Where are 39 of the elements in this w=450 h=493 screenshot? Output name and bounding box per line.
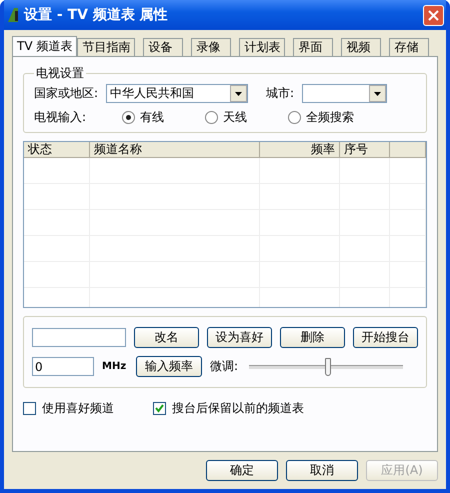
action-button[interactable]: 改名: [134, 327, 199, 348]
country-dropdown[interactable]: 中华人民共和国: [106, 84, 248, 103]
column-header[interactable]: 状态: [24, 142, 90, 158]
fine-tune-label: 微调:: [210, 358, 238, 375]
tab[interactable]: TV 频道表: [12, 36, 78, 56]
window-title: 设置 - TV 频道表 属性: [24, 6, 169, 24]
checkmark-icon: [155, 404, 164, 413]
close-icon: [428, 10, 439, 20]
action-button[interactable]: 设为喜好: [207, 327, 272, 348]
tab[interactable]: 节目指南: [77, 38, 136, 56]
radio-option[interactable]: 天线: [205, 109, 280, 126]
action-button[interactable]: 删除: [280, 327, 345, 348]
city-label: 城市:: [266, 85, 294, 102]
input-label: 电视输入:: [34, 109, 88, 126]
group-title: 电视设置: [35, 65, 85, 82]
tab[interactable]: 计划表: [239, 38, 286, 56]
checkbox-option[interactable]: 使用喜好频道: [23, 400, 153, 417]
tab[interactable]: 设备: [143, 38, 184, 56]
column-header[interactable]: 序号: [340, 142, 390, 158]
country-label: 国家或地区:: [34, 85, 98, 102]
radio-option[interactable]: 有线: [122, 109, 197, 126]
checkbox-option[interactable]: 搜台后保留以前的频道表: [153, 400, 353, 417]
close-button[interactable]: [423, 4, 444, 26]
tab[interactable]: 界面: [293, 38, 334, 56]
app-icon: [6, 7, 20, 23]
unit-label: MHz: [102, 361, 128, 372]
action-button[interactable]: 开始搜台: [353, 327, 418, 348]
column-header[interactable]: 频道名称: [90, 142, 260, 158]
slider-thumb[interactable]: [325, 358, 332, 376]
dialog-button[interactable]: 确定: [206, 460, 278, 481]
frequency-field[interactable]: 0: [32, 357, 94, 376]
tab[interactable]: 视频: [341, 38, 382, 56]
frequency-button[interactable]: 输入频率: [136, 356, 202, 377]
radio-option[interactable]: 全频搜索: [288, 109, 363, 126]
tab[interactable]: 存储: [389, 38, 430, 56]
dialog-button[interactable]: 取消: [286, 460, 358, 481]
column-header[interactable]: 频率: [260, 142, 340, 158]
name-field[interactable]: [32, 328, 126, 347]
tab[interactable]: 录像: [191, 38, 232, 56]
